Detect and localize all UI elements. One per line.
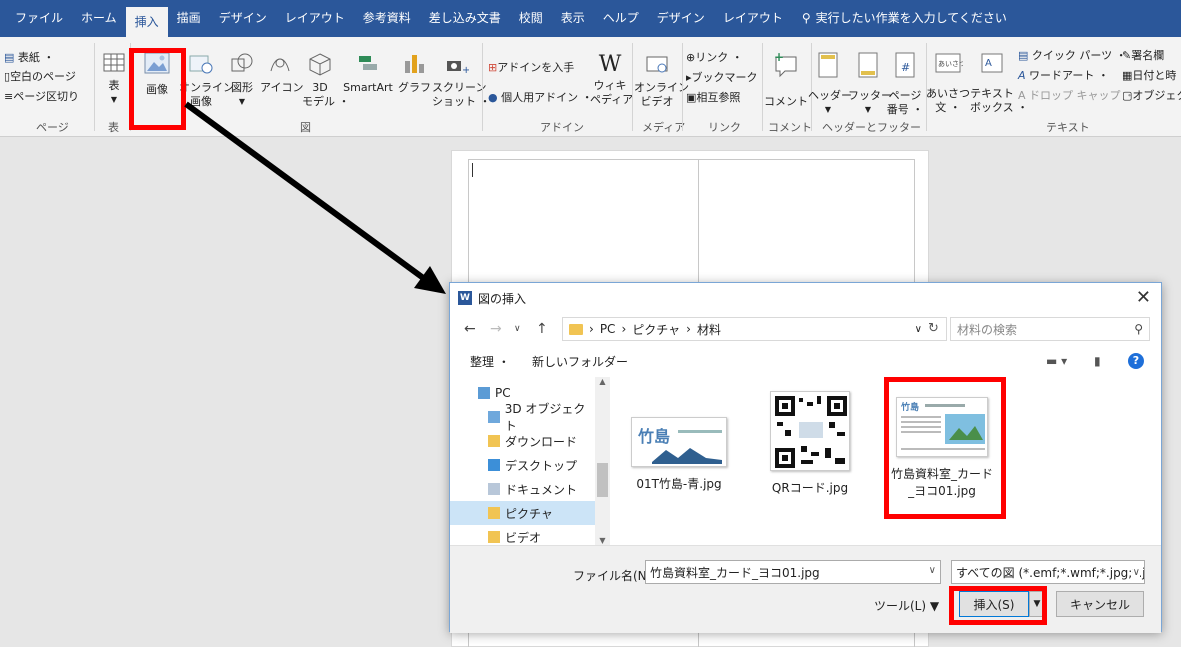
qr-code-image — [775, 396, 847, 468]
file-name: 01T竹島-青.jpg — [636, 477, 722, 491]
pictures-folder-icon — [488, 507, 500, 519]
nav-item-documents[interactable]: ドキュメント — [450, 477, 595, 501]
path-segment-pc[interactable]: PC — [600, 322, 616, 336]
nav-item-desktop[interactable]: デスクトップ — [450, 453, 595, 477]
computer-icon — [478, 387, 490, 399]
help-icon[interactable]: ? — [1128, 353, 1144, 369]
tools-button[interactable]: ツール(L) ▼ — [874, 597, 939, 614]
recent-chevron-icon[interactable]: ∨ — [514, 324, 521, 334]
scroll-thumb[interactable] — [597, 463, 608, 497]
dialog-footer: ファイル名(N): 竹島資料室_カード_ヨコ01.jpg ∨ すべての図 (*.… — [450, 545, 1161, 633]
nav-scrollbar[interactable]: ▲ ▼ — [595, 377, 610, 545]
word-icon: W — [458, 291, 472, 305]
path-segment-materials[interactable]: 材料 — [697, 321, 721, 338]
up-arrow-icon[interactable]: ↑ — [536, 321, 548, 337]
documents-folder-icon — [488, 483, 500, 495]
nav-item-videos[interactable]: ビデオ — [450, 525, 595, 545]
refresh-icon[interactable]: ↻ — [928, 321, 939, 336]
download-folder-icon — [488, 435, 500, 447]
search-icon: ⚲ — [1134, 322, 1143, 336]
nav-item-3d-objects[interactable]: 3D オブジェクト — [450, 402, 595, 433]
back-arrow-icon[interactable]: ← — [464, 321, 476, 337]
folder-3d-icon — [488, 411, 500, 423]
view-options-icon[interactable]: ▬ ▾ — [1046, 354, 1067, 368]
folder-icon — [569, 323, 583, 335]
organize-button[interactable]: 整理 ・ — [470, 353, 510, 370]
path-segment-pictures[interactable]: ピクチャ — [632, 321, 680, 338]
nav-item-downloads[interactable]: ダウンロード — [450, 429, 595, 453]
dialog-title-bar: W 図の挿入 — [450, 283, 1161, 313]
file-item[interactable]: 竹島 01T竹島-青.jpg — [626, 417, 732, 492]
videos-folder-icon — [488, 531, 500, 543]
file-thumbnail: 竹島 — [631, 417, 727, 467]
preview-pane-icon[interactable]: ▮ — [1094, 354, 1101, 368]
file-item[interactable]: QRコード.jpg — [762, 391, 858, 496]
svg-text:竹島: 竹島 — [637, 427, 670, 446]
close-icon[interactable]: ✕ — [1136, 287, 1151, 308]
island-logo-image: 竹島 — [637, 427, 722, 464]
scroll-up-icon[interactable]: ▲ — [595, 377, 610, 386]
file-thumbnail — [770, 391, 850, 471]
path-dropdown-icon[interactable]: ∨ — [915, 324, 922, 335]
cancel-button[interactable]: キャンセル — [1056, 591, 1144, 617]
dialog-toolbar: 整理 ・ 新しいフォルダー ▬ ▾ ▮ ? — [450, 347, 1161, 375]
insert-picture-dialog: W 図の挿入 ✕ ← → ∨ ↑ › PC › ピクチャ › 材料 ∨ ↻ 材料… — [449, 282, 1162, 633]
highlight-selected-file — [884, 377, 1006, 519]
nav-item-pictures[interactable]: ピクチャ — [450, 501, 595, 525]
path-sep-icon: › — [621, 322, 627, 336]
filename-input[interactable]: 竹島資料室_カード_ヨコ01.jpg ∨ — [645, 560, 941, 584]
new-folder-button[interactable]: 新しいフォルダー — [532, 353, 628, 370]
file-name: QRコード.jpg — [771, 481, 849, 495]
path-sep-icon: › — [589, 322, 594, 336]
chevron-down-icon: ∨ — [1132, 566, 1140, 578]
chevron-down-icon[interactable]: ∨ — [929, 565, 936, 576]
scroll-down-icon[interactable]: ▼ — [595, 536, 610, 545]
path-box[interactable]: › PC › ピクチャ › 材料 ∨ — [562, 317, 947, 341]
search-input[interactable]: 材料の検索 ⚲ — [950, 317, 1150, 341]
file-type-select[interactable]: すべての図 (*.emf;*.wmf;*.jpg;*.jp ∨ — [951, 560, 1145, 584]
filename-label: ファイル名(N): — [573, 569, 656, 583]
navigation-pane: PC 3D オブジェクト ダウンロード デスクトップ ドキュメント ピクチャ ビ… — [450, 377, 610, 545]
path-sep-icon: › — [686, 322, 691, 336]
desktop-folder-icon — [488, 459, 500, 471]
dialog-title: 図の挿入 — [478, 291, 527, 306]
forward-arrow-icon[interactable]: → — [490, 321, 502, 337]
highlight-insert-button — [949, 586, 1047, 625]
address-bar: ← → ∨ ↑ › PC › ピクチャ › 材料 ∨ ↻ 材料の検索 ⚲ — [450, 313, 1161, 347]
